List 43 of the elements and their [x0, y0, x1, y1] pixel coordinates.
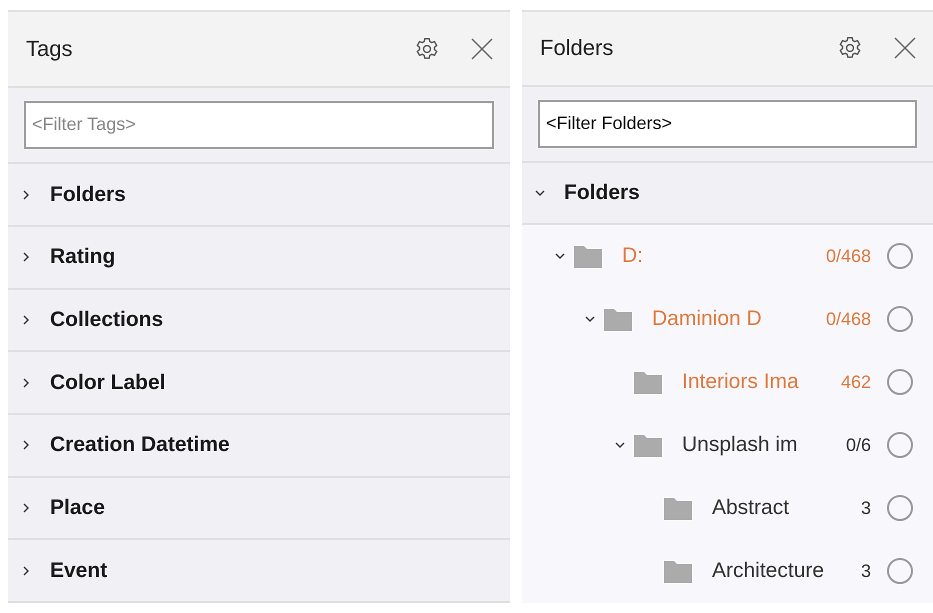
radio-button[interactable] [887, 558, 913, 584]
radio-button[interactable] [887, 495, 913, 522]
section-label: Collections [50, 308, 164, 332]
section-header[interactable]: Rating [8, 226, 510, 290]
section-label: Creation Datetime [50, 433, 230, 458]
radio-button[interactable] [887, 432, 913, 458]
folder-icon [604, 307, 632, 332]
radio-button[interactable] [887, 306, 913, 332]
folder-icon [634, 370, 662, 394]
section-label: Place [50, 496, 105, 520]
panel-title: Tags [26, 36, 74, 62]
folder-icon [574, 244, 602, 268]
section-header[interactable]: Creation Datetime [8, 414, 510, 478]
folder-icon [664, 496, 692, 520]
section-label: Color Label [50, 370, 166, 395]
section-header[interactable]: Color Label [8, 352, 510, 415]
section-header[interactable]: Event [8, 540, 510, 604]
section-label: Event [50, 558, 108, 583]
radio-button[interactable] [887, 369, 913, 396]
item-count: 462 [840, 372, 871, 393]
section-header[interactable]: Place [8, 478, 510, 540]
filter-field[interactable]: <Filter Tags> [24, 100, 494, 149]
item-count: 0/468 [826, 308, 871, 330]
section-label: Rating [50, 245, 116, 270]
section-label: Folders [50, 182, 126, 207]
folder-name[interactable]: Architecture [712, 559, 853, 584]
filter-field[interactable]: <Filter Folders> [538, 100, 917, 148]
settings-icon[interactable] [414, 36, 440, 62]
panel-title: Folders [540, 35, 614, 62]
item-count: 3 [860, 560, 871, 582]
item-count: 3 [860, 498, 871, 519]
item-count: 0/6 [846, 434, 871, 456]
folder-name[interactable]: Abstract [712, 496, 853, 520]
folder-name[interactable]: Unsplash im [682, 433, 838, 458]
close-icon[interactable] [893, 36, 917, 60]
radio-button[interactable] [887, 243, 913, 270]
section-label: Folders [564, 180, 640, 205]
folder-icon [634, 433, 662, 458]
folder-icon [664, 559, 692, 584]
item-count: 0/468 [826, 246, 871, 267]
section-header[interactable]: Folders [8, 164, 510, 227]
section-header[interactable]: Collections [8, 290, 510, 352]
close-icon[interactable] [470, 36, 494, 61]
